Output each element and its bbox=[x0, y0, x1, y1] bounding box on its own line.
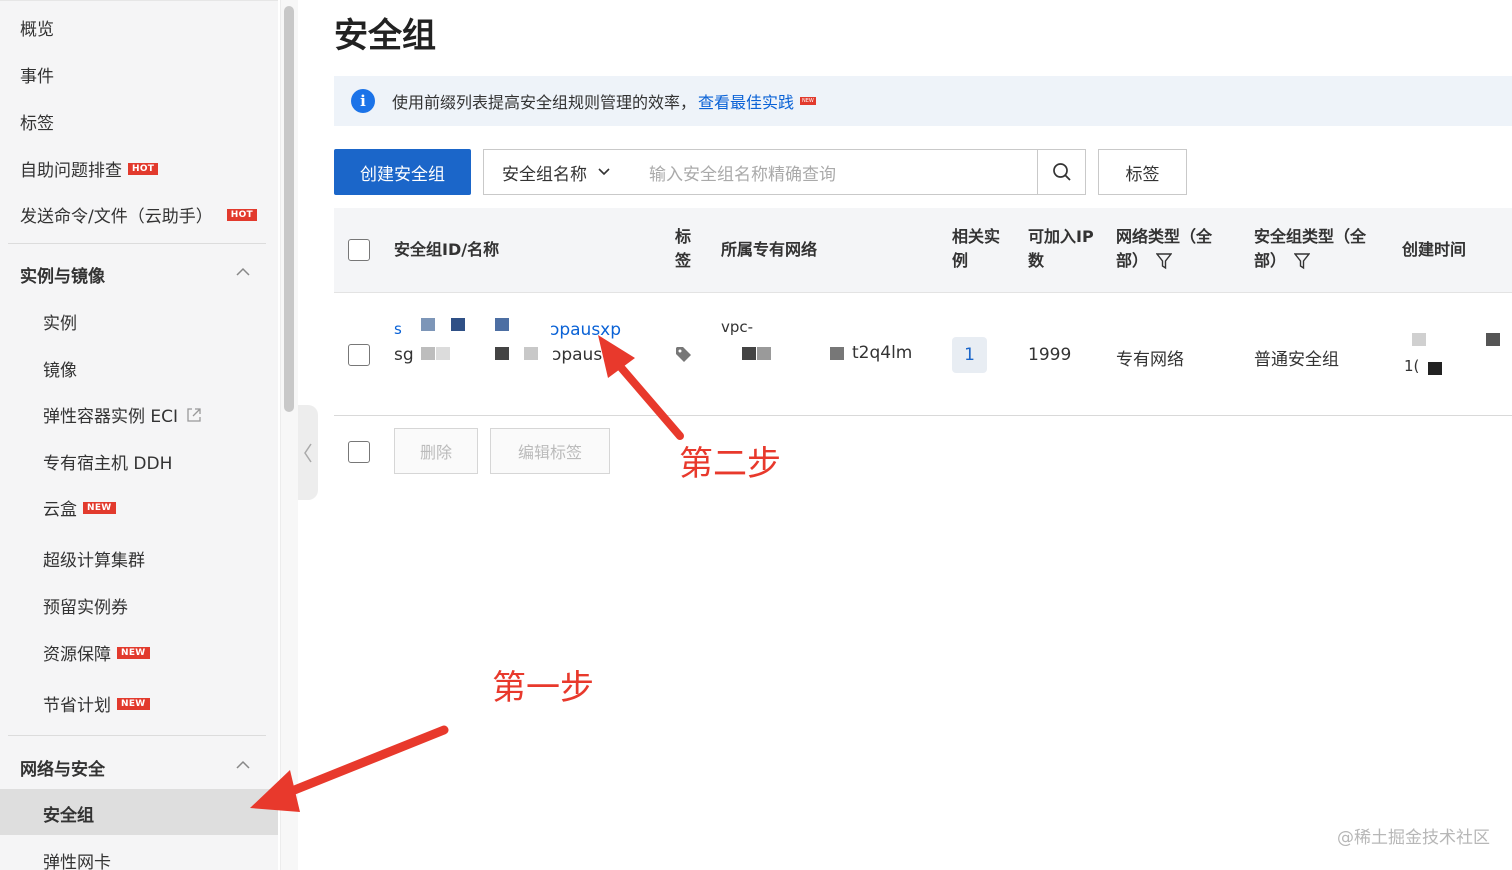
step2-label: 第二步 bbox=[679, 444, 781, 484]
app-root: 概览 事件 标签 自助问题排查 HOT 发送命令/文件（云助手） HOT 实例与… bbox=[0, 0, 1512, 870]
step1-label: 第一步 bbox=[492, 668, 594, 708]
step1-arrow bbox=[277, 725, 449, 800]
watermark: @稀土掘金技术社区 bbox=[1337, 828, 1490, 848]
step1-arrowhead bbox=[250, 770, 300, 812]
annotation-arrows bbox=[250, 335, 684, 812]
step2-arrow bbox=[614, 360, 684, 440]
